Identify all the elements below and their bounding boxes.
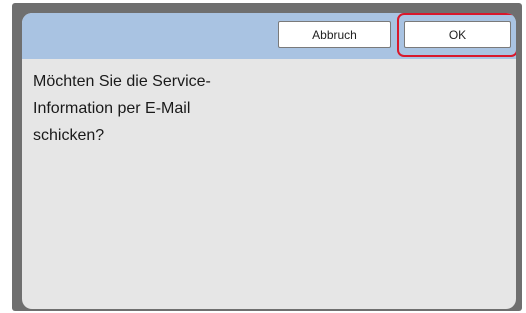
message-line: schicken? <box>33 127 105 144</box>
cancel-button[interactable]: Abbruch <box>278 21 391 48</box>
confirm-dialog: Abbruch OK Möchten Sie die Service- Info… <box>22 13 516 309</box>
dialog-message: Möchten Sie die Service- Information per… <box>33 68 373 149</box>
ok-button[interactable]: OK <box>404 21 511 48</box>
message-line: Möchten Sie die Service- <box>33 73 211 90</box>
message-line: Information per E-Mail <box>33 100 191 117</box>
screen-frame: Abbruch OK Möchten Sie die Service- Info… <box>12 3 522 311</box>
dialog-header-bar: Abbruch OK <box>22 13 516 59</box>
